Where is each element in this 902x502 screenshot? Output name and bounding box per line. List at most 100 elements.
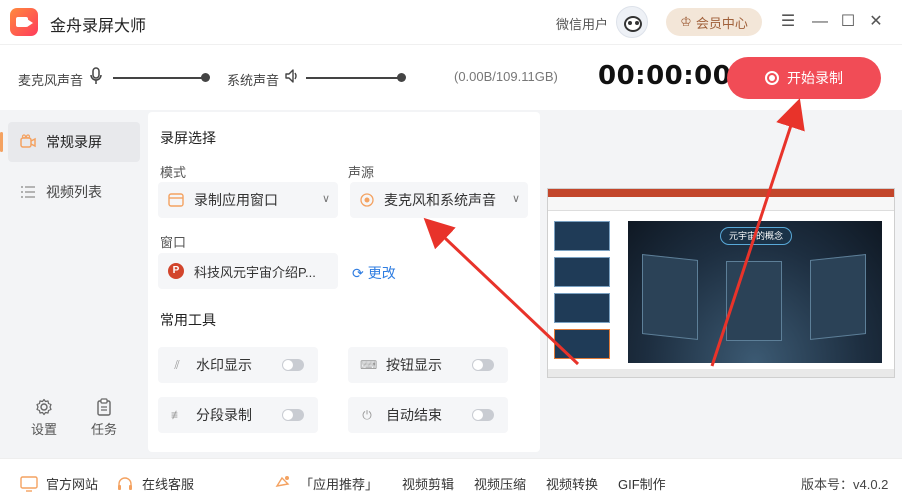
microphone-icon[interactable] [89, 67, 103, 85]
refresh-icon: ⟳ [352, 264, 364, 281]
monitor-icon [20, 475, 38, 492]
video-edit-link[interactable]: 视频剪辑 [402, 474, 454, 493]
power-icon: ⏻ [362, 408, 372, 422]
tool-label: 自动结束 [386, 407, 442, 423]
tool-label: 按钮显示 [386, 357, 442, 373]
chevron-down-icon: ∨ [321, 193, 330, 205]
section-title-common-tools: 常用工具 [160, 312, 216, 328]
mic-volume-label: 麦克风声音 [18, 73, 84, 88]
app-logo-icon [10, 8, 38, 36]
preview-slide-panel [810, 254, 866, 340]
mic-volume-slider[interactable] [113, 77, 205, 79]
video-compress-link[interactable]: 视频压缩 [474, 474, 526, 493]
mode-value: 录制应用窗口 [194, 192, 278, 208]
radio-source-icon [360, 193, 374, 207]
official-website-label: 官方网站 [46, 477, 99, 492]
preview-slide-thumbnail [554, 257, 610, 287]
audio-source-label: 声源 [348, 165, 375, 180]
button-display-toggle[interactable] [472, 359, 494, 371]
segment-recording-toggle[interactable] [282, 409, 304, 421]
app-recommend-label: 「应用推荐」 [300, 477, 379, 492]
version-label: 版本号：v4.0.2 [801, 477, 889, 492]
change-window-link[interactable]: ⟳ 更改 [352, 263, 396, 283]
online-support-link[interactable]: 在线客服 [116, 474, 194, 493]
settings-button[interactable]: 设置 [24, 398, 64, 438]
record-icon [765, 71, 779, 85]
preview-slide-panel [642, 254, 698, 340]
speaker-icon[interactable] [284, 68, 300, 84]
audio-source-value: 麦克风和系统声音 [384, 192, 496, 208]
segment-recording-toggle-card[interactable]: ≢ 分段录制 [158, 397, 318, 433]
video-camera-icon [20, 134, 36, 148]
watermark-icon: ⫽ [174, 358, 180, 372]
user-name[interactable]: 微信用户 [556, 14, 608, 33]
sidebar-item-label: 常规录屏 [46, 134, 102, 150]
tasks-button[interactable]: 任务 [84, 398, 124, 438]
preview-slide-thumbnail [554, 293, 610, 323]
watermark-toggle-card[interactable]: ⫽ 水印显示 [158, 347, 318, 383]
gif-maker-link[interactable]: GIF制作 [618, 474, 666, 493]
vip-center-button[interactable]: ♔ 会员中心 [666, 8, 762, 36]
title-bar: 金舟录屏大师 微信用户 ♔ 会员中心 ☰ — ☐ ✕ [0, 0, 902, 44]
start-recording-button[interactable]: 开始录制 [727, 57, 881, 99]
sidebar-item-regular-recording[interactable]: 常规录屏 [0, 122, 140, 162]
tool-label: 水印显示 [196, 357, 252, 373]
keyboard-icon: ⌨ [360, 358, 378, 372]
window-value: 科技风元宇宙介绍P... [194, 264, 316, 280]
window-selection: P 科技风元宇宙介绍P... [158, 253, 338, 289]
preview-slide: 元宇宙的概念 [628, 221, 882, 363]
official-website-link[interactable]: 官方网站 [20, 474, 98, 493]
preview-slide-thumbnail [554, 329, 610, 359]
audio-bar: 麦克风声音 系统声音 (0.00B/109.11GB) 00:00:00 开始录… [0, 44, 902, 110]
storage-usage: (0.00B/109.11GB) [454, 69, 558, 84]
maximize-icon[interactable]: ☐ [836, 10, 860, 34]
settings-label: 设置 [30, 422, 57, 437]
auto-stop-toggle-card[interactable]: ⏻ 自动结束 [348, 397, 508, 433]
window-icon [168, 193, 184, 207]
mode-label: 模式 [160, 165, 187, 180]
system-volume-handle[interactable] [397, 73, 406, 82]
list-icon [21, 186, 35, 198]
window-label: 窗口 [160, 235, 187, 250]
recording-options-panel: 录屏选择 模式 录制应用窗口 ∨ 声源 麦克风和系统声音 ∨ 窗口 P 科技风元… [148, 112, 540, 452]
preview-status-bar [548, 369, 894, 377]
system-volume-slider[interactable] [306, 77, 402, 79]
footer: 官方网站 在线客服 「应用推荐」 视频剪辑 视频压缩 视频转换 GIF制作 版本… [0, 458, 902, 502]
preview-slide-thumbnail [554, 221, 610, 251]
clipboard-icon [97, 398, 111, 416]
tool-label: 分段录制 [196, 407, 252, 423]
powerpoint-icon: P [168, 263, 184, 279]
close-icon[interactable]: ✕ [864, 10, 888, 34]
avatar[interactable] [616, 6, 648, 38]
preview-slide-title: 元宇宙的概念 [720, 227, 792, 245]
watermark-toggle[interactable] [282, 359, 304, 371]
app-title: 金舟录屏大师 [50, 18, 147, 35]
tasks-label: 任务 [90, 422, 117, 437]
mic-volume-handle[interactable] [201, 73, 210, 82]
audio-source-select[interactable]: 麦克风和系统声音 ∨ [350, 182, 528, 218]
sidebar-item-video-list[interactable]: 视频列表 [8, 172, 140, 212]
chevron-down-icon: ∨ [511, 193, 520, 205]
change-label: 更改 [367, 265, 396, 281]
headset-icon [118, 476, 132, 490]
auto-stop-toggle[interactable] [472, 409, 494, 421]
vip-center-label: 会员中心 [695, 15, 748, 31]
window-preview: 元宇宙的概念 [547, 188, 895, 378]
minimize-icon[interactable]: — [808, 10, 832, 34]
gear-icon [36, 398, 52, 416]
menu-icon[interactable]: ☰ [776, 10, 800, 34]
button-display-toggle-card[interactable]: ⌨ 按钮显示 [348, 347, 508, 383]
section-title-recording-selection: 录屏选择 [160, 130, 216, 146]
system-volume-label: 系统声音 [227, 73, 280, 88]
crown-icon: ♔ [680, 14, 692, 29]
mode-select[interactable]: 录制应用窗口 ∨ [158, 182, 338, 218]
start-recording-label: 开始录制 [787, 70, 843, 86]
sidebar-item-label: 视频列表 [46, 184, 102, 200]
record-timer: 00:00:00 [598, 61, 732, 91]
preview-slide-panel [726, 261, 782, 341]
video-convert-link[interactable]: 视频转换 [546, 474, 598, 493]
segment-icon: ≢ [171, 408, 183, 422]
preview-ribbon [548, 197, 894, 211]
preview-app-titlebar [548, 189, 894, 197]
app-recommend-icon [274, 474, 292, 493]
